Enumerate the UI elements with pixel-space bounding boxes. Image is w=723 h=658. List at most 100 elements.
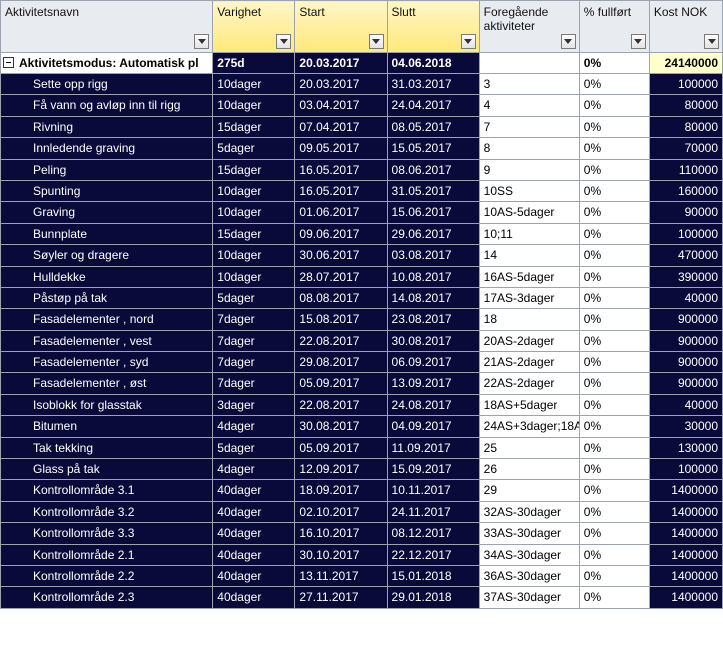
cell-start[interactable]: 22.08.2017 xyxy=(295,394,387,415)
table-row[interactable]: Fasadelementer , syd7dager29.08.201706.0… xyxy=(1,352,723,373)
table-row[interactable]: Kontrollområde 3.240dager02.10.201724.11… xyxy=(1,501,723,522)
table-row[interactable]: Sette opp rigg10dager20.03.201731.03.201… xyxy=(1,74,723,95)
cell-name[interactable]: Tak tekking xyxy=(1,437,213,458)
cell-start[interactable]: 16.05.2017 xyxy=(295,180,387,201)
summary-predecessors-cell[interactable] xyxy=(479,53,579,74)
cell-cost[interactable]: 1400000 xyxy=(649,480,722,501)
cell-start[interactable]: 16.10.2017 xyxy=(295,523,387,544)
cell-duration[interactable]: 40dager xyxy=(213,501,295,522)
cell-end[interactable]: 24.11.2017 xyxy=(387,501,479,522)
summary-cost-cell[interactable]: 24140000 xyxy=(649,53,722,74)
cell-predecessors[interactable]: 33AS-30dager xyxy=(479,523,579,544)
cell-end[interactable]: 23.08.2017 xyxy=(387,309,479,330)
cell-name[interactable]: Få vann og avløp inn til rigg xyxy=(1,95,213,116)
cell-pct[interactable]: 0% xyxy=(579,287,649,308)
cell-name[interactable]: Peling xyxy=(1,159,213,180)
cell-predecessors[interactable]: 3 xyxy=(479,74,579,95)
cell-cost[interactable]: 1400000 xyxy=(649,544,722,565)
cell-start[interactable]: 07.04.2017 xyxy=(295,116,387,137)
table-row[interactable]: Fasadelementer , øst7dager05.09.201713.0… xyxy=(1,373,723,394)
cell-end[interactable]: 03.08.2017 xyxy=(387,245,479,266)
cell-name[interactable]: Påstøp på tak xyxy=(1,287,213,308)
cell-predecessors[interactable]: 8 xyxy=(479,138,579,159)
cell-pct[interactable]: 0% xyxy=(579,245,649,266)
cell-predecessors[interactable]: 29 xyxy=(479,480,579,501)
cell-end[interactable]: 24.08.2017 xyxy=(387,394,479,415)
cell-end[interactable]: 04.09.2017 xyxy=(387,416,479,437)
cell-pct[interactable]: 0% xyxy=(579,74,649,95)
cell-name[interactable]: Søyler og dragere xyxy=(1,245,213,266)
cell-predecessors[interactable]: 9 xyxy=(479,159,579,180)
summary-duration-cell[interactable]: 275d xyxy=(213,53,295,74)
filter-dropdown-icon[interactable] xyxy=(561,34,576,49)
cell-predecessors[interactable]: 17AS-3dager xyxy=(479,287,579,308)
cell-predecessors[interactable]: 10SS xyxy=(479,180,579,201)
cell-end[interactable]: 29.01.2018 xyxy=(387,587,479,608)
table-row[interactable]: Kontrollområde 3.140dager18.09.201710.11… xyxy=(1,480,723,501)
cell-start[interactable]: 03.04.2017 xyxy=(295,95,387,116)
cell-predecessors[interactable]: 16AS-5dager xyxy=(479,266,579,287)
table-row[interactable]: Kontrollområde 2.140dager30.10.201722.12… xyxy=(1,544,723,565)
summary-name-cell[interactable]: – Aktivitetsmodus: Automatisk pl xyxy=(1,53,213,74)
table-row[interactable]: Fasadelementer , nord7dager15.08.201723.… xyxy=(1,309,723,330)
cell-cost[interactable]: 70000 xyxy=(649,138,722,159)
table-row[interactable]: Søyler og dragere10dager30.06.201703.08.… xyxy=(1,245,723,266)
cell-name[interactable]: Hulldekke xyxy=(1,266,213,287)
table-row[interactable]: Isoblokk for glasstak3dager22.08.201724.… xyxy=(1,394,723,415)
table-row[interactable]: Få vann og avløp inn til rigg10dager03.0… xyxy=(1,95,723,116)
cell-end[interactable]: 30.08.2017 xyxy=(387,330,479,351)
cell-cost[interactable]: 1400000 xyxy=(649,565,722,586)
cell-cost[interactable]: 390000 xyxy=(649,266,722,287)
cell-pct[interactable]: 0% xyxy=(579,501,649,522)
cell-end[interactable]: 15.09.2017 xyxy=(387,459,479,480)
cell-pct[interactable]: 0% xyxy=(579,138,649,159)
cell-cost[interactable]: 900000 xyxy=(649,373,722,394)
cell-pct[interactable]: 0% xyxy=(579,587,649,608)
filter-dropdown-icon[interactable] xyxy=(631,34,646,49)
col-header-name[interactable]: Aktivitetsnavn xyxy=(1,1,213,53)
cell-predecessors[interactable]: 14 xyxy=(479,245,579,266)
col-header-cost[interactable]: Kost NOK xyxy=(649,1,722,53)
cell-cost[interactable]: 110000 xyxy=(649,159,722,180)
cell-cost[interactable]: 100000 xyxy=(649,74,722,95)
table-row[interactable]: Graving10dager01.06.201715.06.201710AS-5… xyxy=(1,202,723,223)
cell-pct[interactable]: 0% xyxy=(579,116,649,137)
cell-predecessors[interactable]: 32AS-30dager xyxy=(479,501,579,522)
cell-predecessors[interactable]: 10;11 xyxy=(479,223,579,244)
filter-dropdown-icon[interactable] xyxy=(276,34,291,49)
table-row[interactable]: Hulldekke10dager28.07.201710.08.201716AS… xyxy=(1,266,723,287)
cell-cost[interactable]: 1400000 xyxy=(649,501,722,522)
cell-end[interactable]: 13.09.2017 xyxy=(387,373,479,394)
cell-end[interactable]: 31.03.2017 xyxy=(387,74,479,95)
summary-pct-cell[interactable]: 0% xyxy=(579,53,649,74)
cell-duration[interactable]: 10dager xyxy=(213,74,295,95)
cell-cost[interactable]: 100000 xyxy=(649,223,722,244)
cell-name[interactable]: Innledende graving xyxy=(1,138,213,159)
cell-cost[interactable]: 900000 xyxy=(649,309,722,330)
cell-duration[interactable]: 40dager xyxy=(213,480,295,501)
cell-duration[interactable]: 7dager xyxy=(213,352,295,373)
cell-duration[interactable]: 4dager xyxy=(213,416,295,437)
cell-start[interactable]: 29.08.2017 xyxy=(295,352,387,373)
cell-pct[interactable]: 0% xyxy=(579,459,649,480)
table-row[interactable]: Innledende graving5dager09.05.201715.05.… xyxy=(1,138,723,159)
cell-pct[interactable]: 0% xyxy=(579,523,649,544)
cell-duration[interactable]: 4dager xyxy=(213,459,295,480)
summary-end-cell[interactable]: 04.06.2018 xyxy=(387,53,479,74)
cell-duration[interactable]: 10dager xyxy=(213,245,295,266)
cell-start[interactable]: 27.11.2017 xyxy=(295,587,387,608)
table-row[interactable]: Bunnplate15dager09.06.201729.06.201710;1… xyxy=(1,223,723,244)
cell-start[interactable]: 02.10.2017 xyxy=(295,501,387,522)
cell-duration[interactable]: 40dager xyxy=(213,587,295,608)
cell-name[interactable]: Kontrollområde 3.3 xyxy=(1,523,213,544)
table-row[interactable]: Kontrollområde 2.340dager27.11.201729.01… xyxy=(1,587,723,608)
cell-name[interactable]: Kontrollområde 3.1 xyxy=(1,480,213,501)
cell-predecessors[interactable]: 7 xyxy=(479,116,579,137)
cell-predecessors[interactable]: 10AS-5dager xyxy=(479,202,579,223)
cell-pct[interactable]: 0% xyxy=(579,565,649,586)
cell-name[interactable]: Glass på tak xyxy=(1,459,213,480)
cell-name[interactable]: Sette opp rigg xyxy=(1,74,213,95)
cell-predecessors[interactable]: 18AS+5dager xyxy=(479,394,579,415)
table-row[interactable]: Peling15dager16.05.201708.06.201790%1100… xyxy=(1,159,723,180)
cell-duration[interactable]: 40dager xyxy=(213,544,295,565)
